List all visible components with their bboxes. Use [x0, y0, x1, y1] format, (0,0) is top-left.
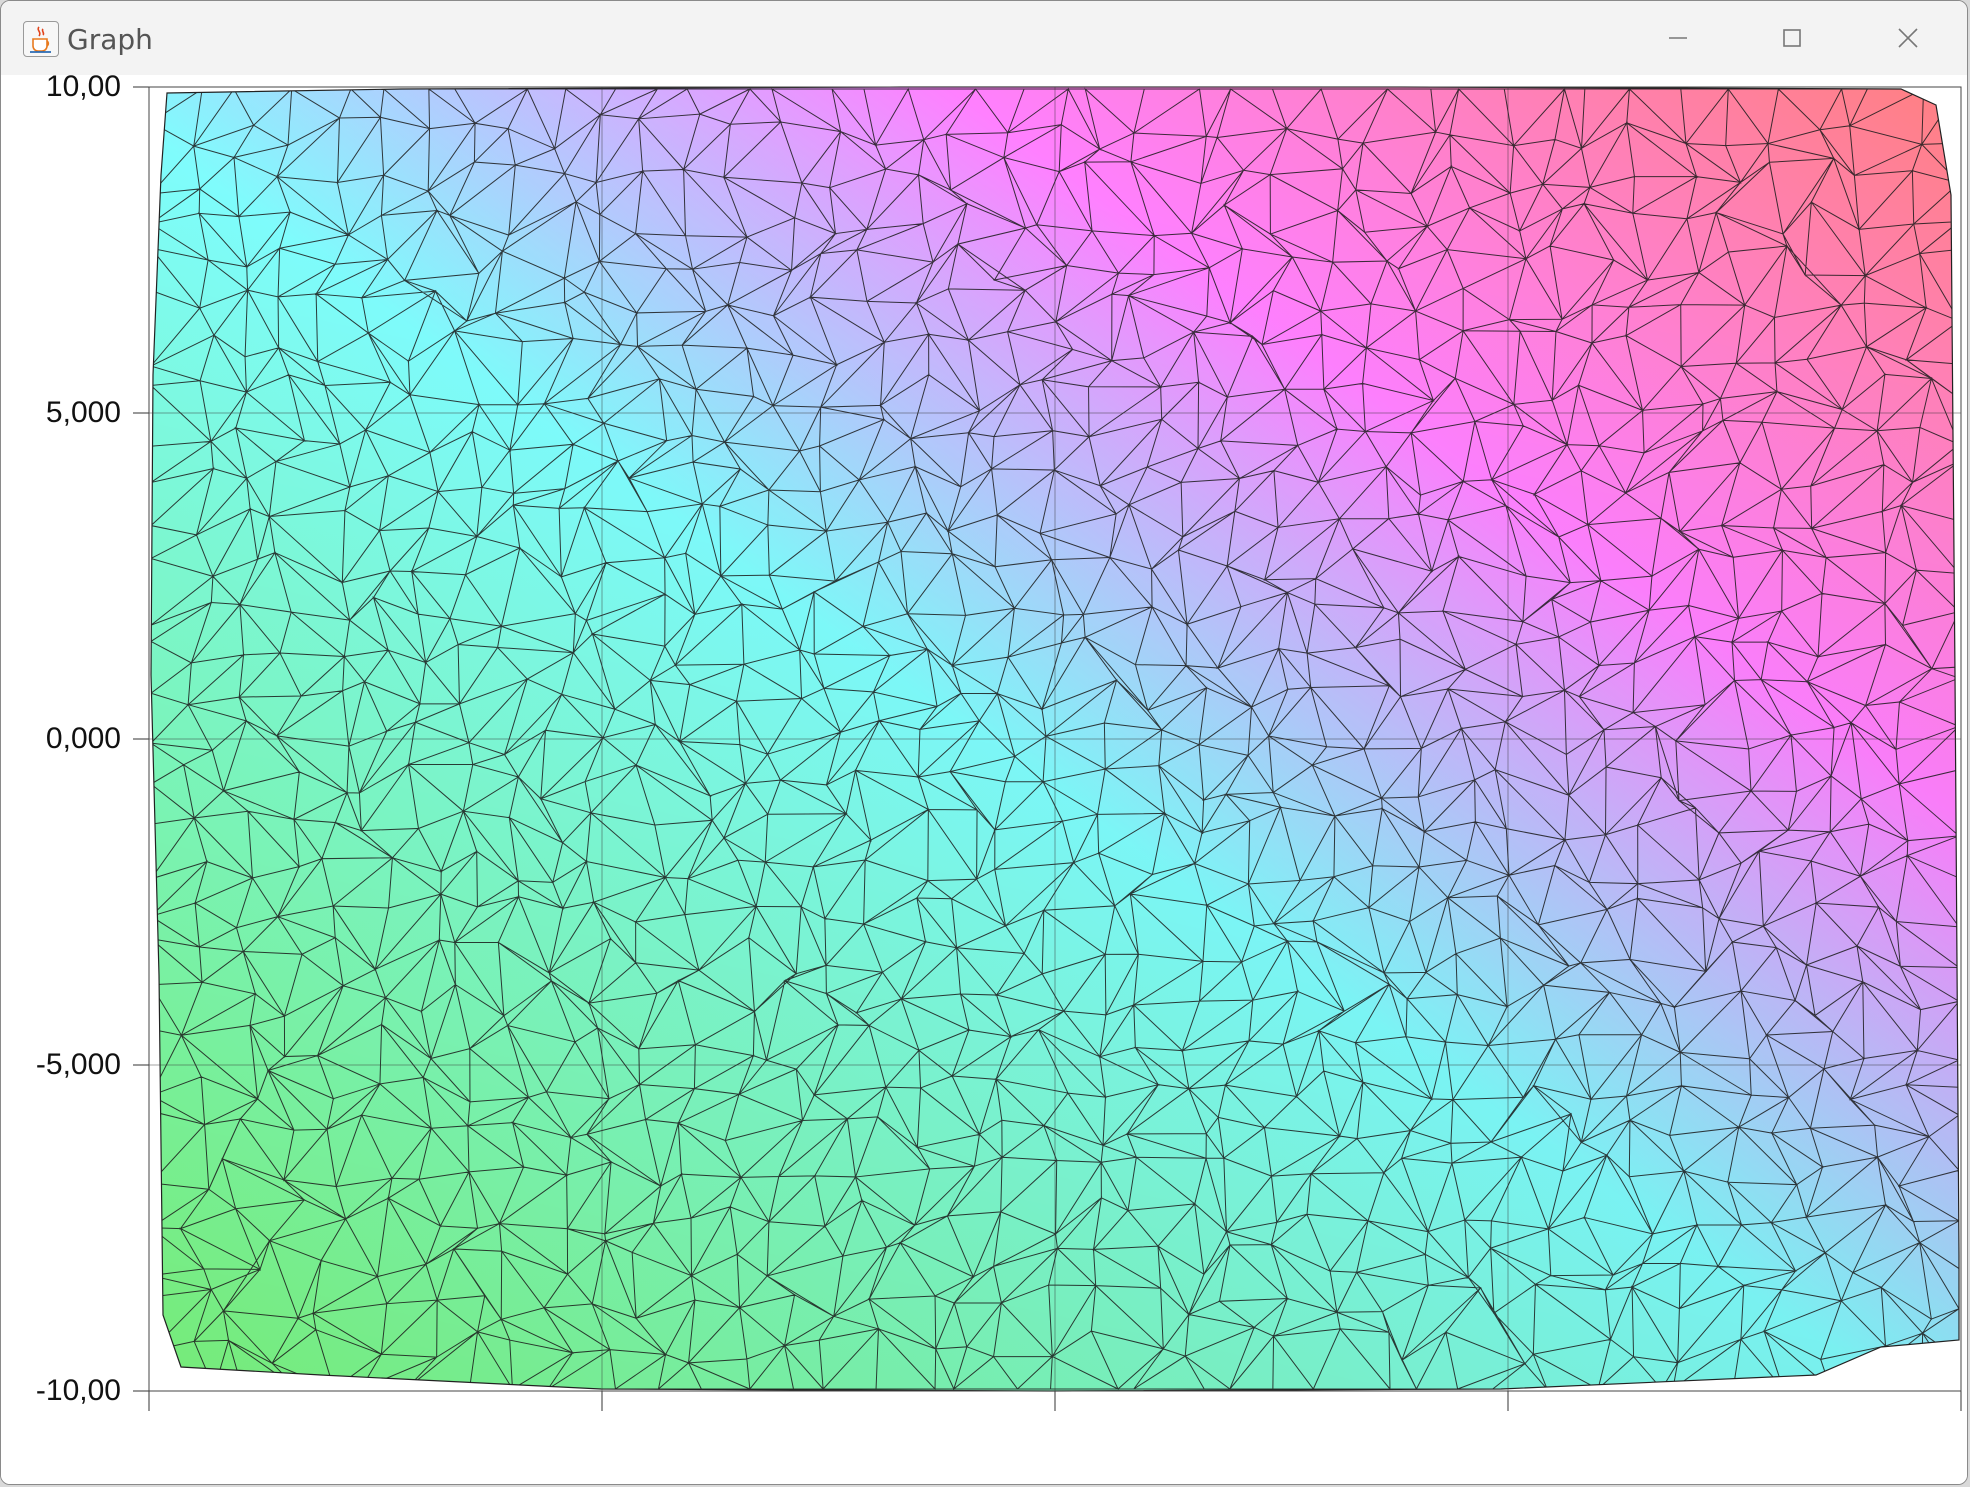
y-tick-label: 10,00: [45, 70, 121, 103]
triangulation-plot[interactable]: [1, 75, 1968, 1485]
y-tick-label: 5,000: [45, 396, 121, 429]
window-title: Graph: [67, 23, 153, 56]
close-button[interactable]: [1853, 1, 1963, 75]
y-tick-label: 0,000: [45, 722, 121, 755]
y-tick-label: -5,000: [35, 1048, 121, 1081]
java-cup-icon: [23, 21, 59, 57]
title-bar[interactable]: Graph: [1, 1, 1967, 76]
y-tick-label: -10,00: [35, 1374, 121, 1407]
graph-window: Graph 10,00 5,000 0,000 -5,000 -10,00: [0, 0, 1968, 1485]
close-icon: [1898, 28, 1918, 48]
minimize-button[interactable]: [1623, 1, 1733, 75]
minimize-icon: [1669, 37, 1687, 39]
maximize-button[interactable]: [1737, 1, 1847, 75]
maximize-icon: [1783, 29, 1801, 47]
graph-canvas[interactable]: 10,00 5,000 0,000 -5,000 -10,00: [1, 70, 1968, 1485]
